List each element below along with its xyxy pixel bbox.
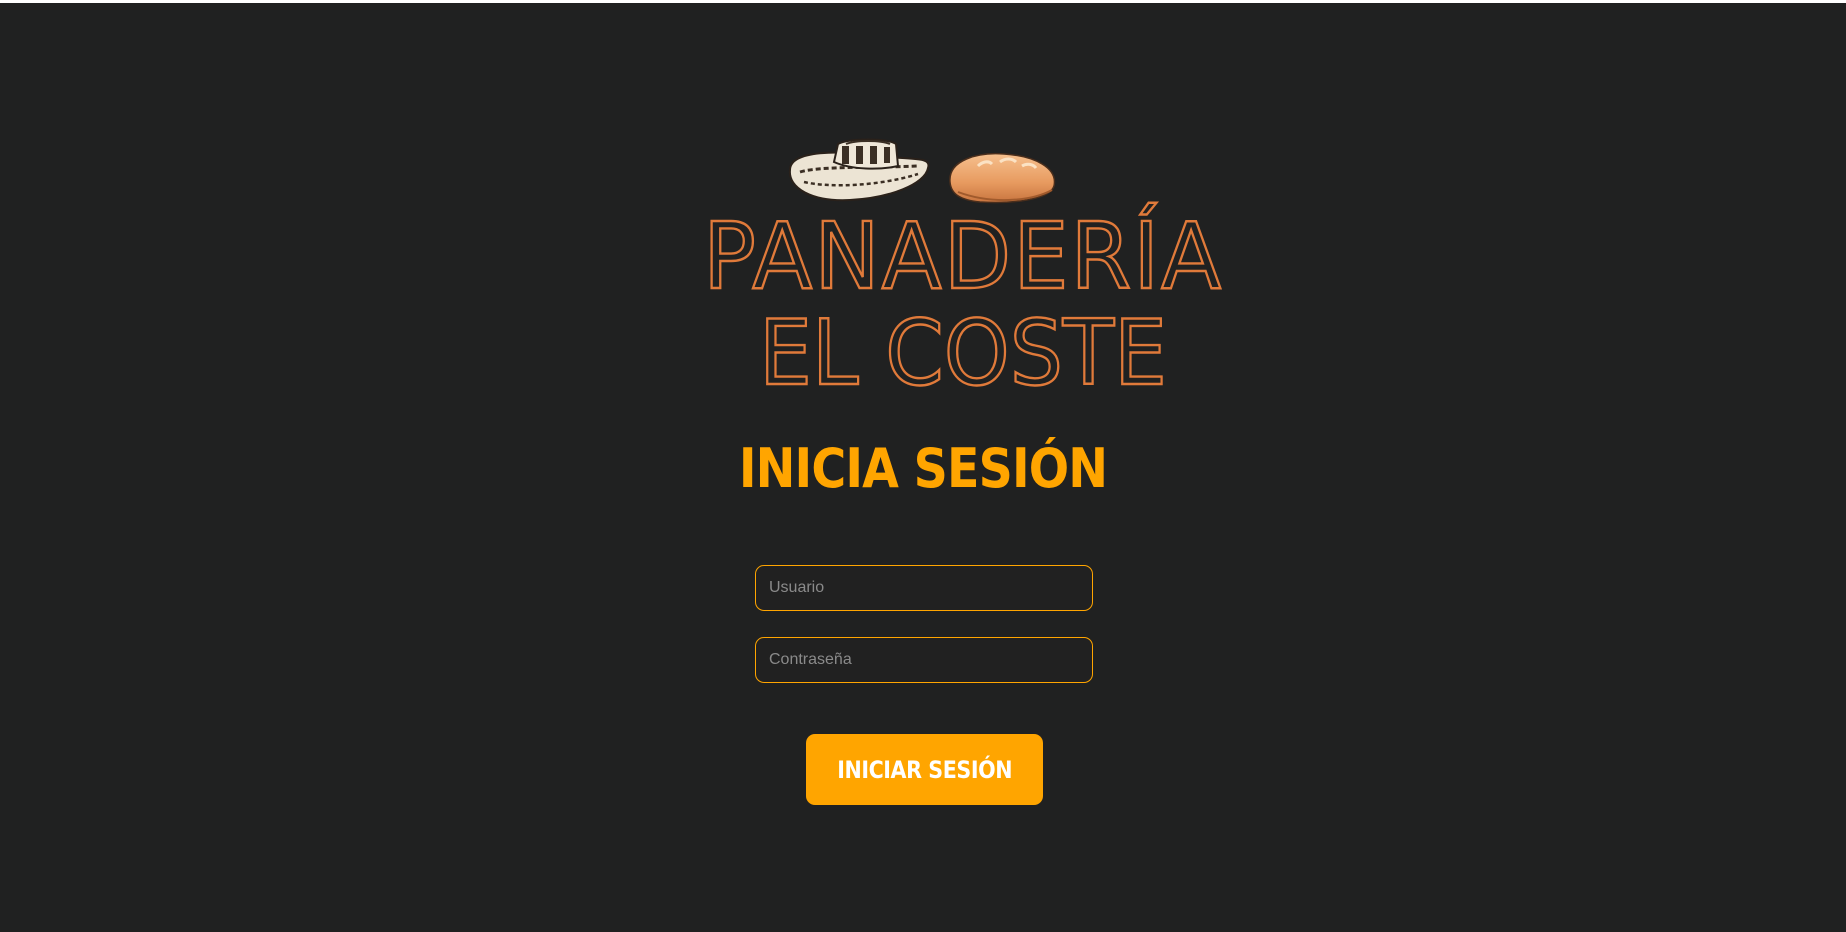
login-button[interactable]: INICIAR SESIÓN — [806, 734, 1043, 805]
login-button-label: INICIAR SESIÓN — [837, 755, 1012, 784]
sombrero-vueltiao-icon — [788, 138, 930, 202]
login-heading: INICIA SESIÓN — [738, 437, 1108, 500]
brand-line-2: EL COSTE — [759, 301, 1167, 406]
bread-icon — [949, 152, 1056, 204]
bakery-logo: PANADERÍA EL COSTE — [702, 138, 1223, 407]
password-input[interactable] — [755, 637, 1093, 683]
username-input[interactable] — [755, 565, 1093, 611]
brand-line-1: PANADERÍA — [703, 202, 1223, 310]
